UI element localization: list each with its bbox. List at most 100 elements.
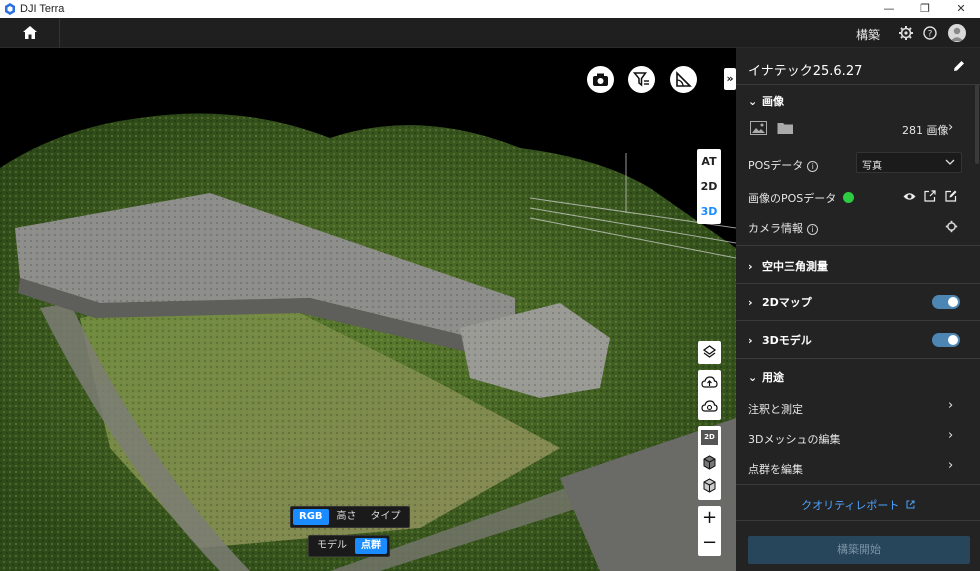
pos-data-label: POSデータ i — [748, 157, 819, 173]
divider — [736, 320, 980, 321]
eye-icon[interactable] — [903, 191, 916, 202]
images-section-title: 画像 — [762, 95, 784, 108]
pos-data-value: 写真 — [862, 161, 882, 172]
usage-section-title: 用途 — [762, 371, 784, 384]
divider — [736, 84, 980, 85]
project-title: イナテック25.6.27 — [748, 64, 863, 79]
image-count[interactable]: 281 画像 — [902, 122, 949, 138]
filter-button[interactable] — [628, 66, 655, 93]
mini-2d-icon[interactable]: 2D — [701, 430, 718, 445]
chevron-right-icon[interactable]: › — [948, 120, 953, 135]
zoom-out-button[interactable]: − — [698, 531, 721, 556]
image-pos-text: 画像のPOSデータ — [748, 192, 837, 205]
chevron-right-icon[interactable]: › — [948, 428, 953, 443]
home-button[interactable] — [0, 18, 60, 48]
app-title: DJI Terra — [20, 3, 65, 15]
view-mode-3d[interactable]: 3D — [697, 199, 721, 224]
close-window-button[interactable]: ✕ — [938, 0, 980, 18]
help-icon[interactable]: ? — [922, 25, 938, 41]
home-icon — [23, 26, 37, 39]
folder-icon[interactable] — [777, 121, 794, 135]
chevron-right-icon: › — [748, 260, 753, 273]
filter-icon — [633, 72, 649, 87]
edit-square-icon[interactable] — [945, 190, 957, 202]
pos-data-text: POSデータ — [748, 159, 804, 172]
model-3d-title: 3Dモデル — [762, 334, 812, 347]
cloud-upload-icon[interactable] — [701, 374, 718, 391]
build-tab[interactable]: 構築 — [856, 26, 880, 43]
top-navigation-bar: 構築 ? — [0, 18, 980, 48]
layers-icon — [702, 345, 717, 358]
color-mode-switch: RGB 高さ タイプ — [290, 506, 410, 528]
gear-icon[interactable] — [945, 220, 958, 233]
info-icon[interactable]: i — [807, 161, 819, 172]
quality-report-link[interactable]: クオリティレポート — [736, 497, 980, 513]
zoom-in-button[interactable]: + — [698, 506, 721, 531]
zoom-controls: + − — [698, 506, 721, 556]
color-mode-rgb[interactable]: RGB — [293, 509, 329, 525]
camera-info-label: カメラ情報 i — [748, 220, 818, 236]
chevron-right-icon: › — [748, 334, 753, 347]
project-side-panel: イナテック25.6.27 ⌄ 画像 281 画像 › POSデータ i 写真 画像の… — [736, 48, 980, 571]
view-mode-switch: AT 2D 3D — [697, 149, 721, 224]
layers-button[interactable] — [698, 341, 721, 364]
external-link-icon — [906, 500, 915, 509]
display-mode-point-cloud[interactable]: 点群 — [355, 538, 387, 554]
map-2d-title: 2Dマップ — [762, 296, 812, 309]
panel-scrollbar[interactable] — [975, 84, 979, 164]
images-section-header[interactable]: ⌄ 画像 — [748, 93, 784, 109]
chevron-down-icon: ⌄ — [748, 95, 758, 108]
quality-report-text: クオリティレポート — [801, 499, 900, 512]
map-2d-toggle[interactable] — [932, 295, 960, 309]
divider — [736, 245, 980, 246]
view-mode-2d[interactable]: 2D — [697, 174, 721, 199]
point-cloud-scene — [0, 48, 736, 571]
image-pos-label: 画像のPOSデータ — [748, 190, 854, 206]
image-gallery-icon[interactable] — [750, 121, 767, 135]
display-mode-model[interactable]: モデル — [311, 538, 353, 554]
svg-text:?: ? — [928, 30, 933, 40]
mini-view-group: 2D — [698, 426, 721, 500]
export-icon[interactable] — [924, 190, 936, 202]
pos-data-select[interactable]: 写真 — [856, 152, 962, 173]
camera-button[interactable] — [587, 66, 614, 93]
edit-pencil-icon[interactable] — [952, 59, 966, 73]
measure-button[interactable] — [670, 66, 697, 93]
aerial-triangulation-section[interactable]: › 空中三角測量 — [748, 258, 828, 274]
3d-point-cloud-viewport[interactable]: » AT 2D 3D 2D + − RGB 高さ タイプ モデル 点群 — [0, 48, 736, 571]
display-mode-switch: モデル 点群 — [308, 535, 390, 557]
window-titlebar: DJI Terra — ❐ ✕ — [0, 0, 980, 18]
cube-icon[interactable] — [701, 454, 718, 471]
divider — [736, 484, 980, 485]
chevron-down-icon — [945, 159, 955, 165]
map-2d-section[interactable]: › 2Dマップ — [748, 294, 812, 310]
info-icon[interactable]: i — [807, 224, 818, 235]
measure-angle-icon — [676, 71, 692, 87]
usage-item-point-cloud-edit[interactable]: 点群を編集 — [748, 461, 803, 477]
camera-info-text: カメラ情報 — [748, 222, 803, 235]
camera-icon — [593, 73, 608, 86]
usage-section-header[interactable]: ⌄ 用途 — [748, 369, 784, 385]
usage-item-mesh-edit[interactable]: 3Dメッシュの編集 — [748, 431, 840, 447]
chevron-right-icon[interactable]: › — [948, 458, 953, 473]
usage-item-annotate[interactable]: 注釈と測定 — [748, 401, 803, 417]
user-avatar-icon[interactable] — [948, 24, 966, 42]
divider — [736, 520, 980, 521]
model-3d-toggle[interactable] — [932, 333, 960, 347]
dji-terra-logo-icon — [5, 3, 15, 15]
cube-outline-icon[interactable] — [701, 477, 718, 494]
color-mode-height[interactable]: 高さ — [331, 509, 363, 525]
chevron-down-icon: ⌄ — [748, 371, 758, 384]
cloud-tools-group — [698, 370, 721, 420]
chevron-right-icon[interactable]: › — [948, 398, 953, 413]
divider — [736, 283, 980, 284]
model-3d-section[interactable]: › 3Dモデル — [748, 332, 812, 348]
start-build-button[interactable]: 構築開始 — [748, 536, 970, 564]
cloud-sync-icon[interactable] — [701, 398, 718, 415]
view-mode-at[interactable]: AT — [697, 149, 721, 174]
divider — [736, 358, 980, 359]
collapse-panel-button[interactable]: » — [724, 68, 736, 90]
gear-icon[interactable] — [898, 25, 914, 41]
color-mode-type[interactable]: タイプ — [365, 509, 407, 525]
chevron-right-icon: › — [748, 296, 753, 309]
